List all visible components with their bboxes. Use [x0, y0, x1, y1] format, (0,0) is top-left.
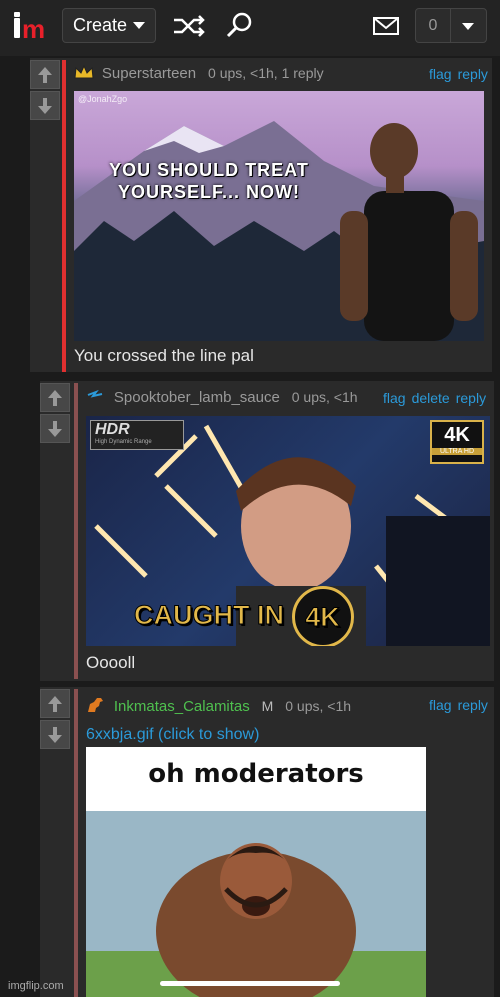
logo-stem: [14, 18, 20, 38]
imgflip-logo[interactable]: m: [14, 12, 50, 42]
hdr-badge-label: HDR: [95, 421, 130, 438]
username[interactable]: Superstarteen: [102, 65, 196, 82]
home-indicator[interactable]: [160, 981, 340, 986]
upvote-button[interactable]: [40, 383, 70, 412]
vote-column: [40, 381, 70, 447]
gif-link[interactable]: 6xxbja.gif (click to show): [86, 726, 259, 744]
flag-link[interactable]: flag: [429, 697, 452, 713]
crown-icon: [74, 64, 94, 79]
comment-actions: flag reply: [423, 66, 488, 82]
flag-link[interactable]: flag: [429, 66, 452, 82]
downvote-button[interactable]: [40, 720, 70, 749]
vote-column: [30, 58, 60, 124]
comment-actions: flag reply: [423, 697, 488, 713]
shuffle-icon[interactable]: [172, 12, 206, 40]
delete-link[interactable]: delete: [412, 390, 450, 406]
hdr-badge: HDR High Dynamic Range: [90, 420, 184, 450]
search-icon[interactable]: [225, 11, 253, 39]
comment-meta: 0 ups, <1h, 1 reply: [208, 65, 324, 81]
username[interactable]: Inkmatas_Calamitas: [114, 698, 250, 715]
arrow-up-icon: [48, 695, 62, 712]
create-label: Create: [72, 15, 128, 35]
mountain-background: [74, 121, 484, 341]
hdr-badge-sub: High Dynamic Range: [95, 439, 152, 445]
comment-meta: 0 ups, <1h: [285, 698, 352, 714]
comment-thread-bar: [74, 383, 78, 679]
image-caption: CAUGHT IN 4K: [134, 586, 354, 646]
reply-link[interactable]: reply: [458, 697, 488, 713]
comment-header: Inkmatas_Calamitas M 0 ups, <1h: [86, 696, 351, 715]
username[interactable]: Spooktober_lamb_sauce: [114, 389, 280, 406]
imgflip-watermark: imgflip.com: [8, 980, 64, 992]
vote-column: [40, 687, 70, 753]
image-caption-circle: 4K: [291, 586, 354, 646]
upvote-button[interactable]: [30, 60, 60, 89]
comment-thread-bar: [62, 60, 66, 372]
top-bar: m Create 0: [0, 0, 500, 56]
mail-icon[interactable]: [371, 14, 401, 38]
image-watermark: @JonahZgo: [78, 94, 128, 104]
arrow-down-icon: [48, 420, 62, 437]
comment-image[interactable]: oh moderators: [86, 747, 426, 997]
uhd-badge: 4K ULTRA HD: [430, 420, 484, 464]
reply-link[interactable]: reply: [456, 390, 486, 406]
notification-count: 0: [416, 9, 451, 42]
arrow-down-icon: [48, 726, 62, 743]
image-caption-text: CAUGHT IN: [134, 600, 285, 631]
arrow-up-icon: [38, 66, 52, 83]
downvote-button[interactable]: [40, 414, 70, 443]
comment-meta: 0 ups, <1h: [291, 389, 358, 405]
image-caption: oh moderators: [148, 759, 364, 789]
arrow-up-icon: [48, 389, 62, 406]
image-caption: YOU SHOULD TREAT YOURSELF... NOW!: [109, 160, 309, 202]
uhd-badge-sub: ULTRA HD: [432, 448, 482, 455]
chevron-down-icon: [462, 23, 474, 30]
user-badge-icon: [87, 389, 103, 398]
comment-image[interactable]: HDR High Dynamic Range 4K ULTRA HD CAUGH…: [86, 416, 490, 646]
comment-text: Ooooll: [86, 653, 136, 672]
comment-actions: flag delete reply: [377, 390, 486, 406]
downvote-button[interactable]: [30, 91, 60, 120]
logo-m: m: [22, 14, 46, 44]
logo-dot: [14, 12, 20, 17]
uhd-badge-label: 4K: [444, 424, 470, 446]
notifications-dropdown[interactable]: 0: [415, 8, 487, 43]
comment-header: Spooktober_lamb_sauce 0 ups, <1h: [86, 389, 358, 406]
dino-avatar-icon: [88, 698, 103, 712]
comment-header: Superstarteen 0 ups, <1h, 1 reply: [74, 64, 324, 82]
arrow-down-icon: [38, 97, 52, 114]
scene-background: [86, 811, 426, 997]
create-button[interactable]: Create: [62, 8, 156, 43]
comment-image[interactable]: @JonahZgo YOU SHOULD TREAT YOURSELF... N…: [74, 91, 484, 341]
comment-thread-bar: [74, 689, 78, 997]
comment-text: You crossed the line pal: [74, 346, 254, 365]
upvote-button[interactable]: [40, 689, 70, 718]
chevron-down-icon: [133, 22, 146, 29]
reply-link[interactable]: reply: [458, 66, 488, 82]
moderator-badge: M: [261, 698, 274, 714]
flag-link[interactable]: flag: [383, 390, 406, 406]
